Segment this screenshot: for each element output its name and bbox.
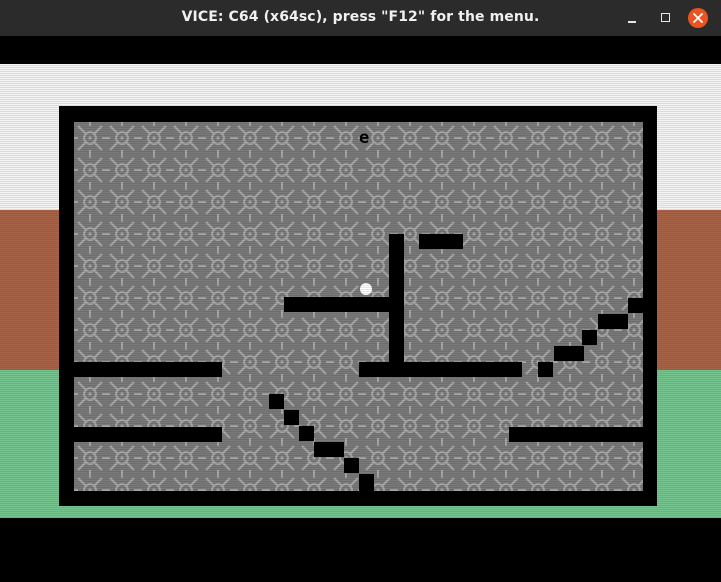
minimize-button[interactable] — [622, 8, 642, 28]
title-bar[interactable]: VICE: C64 (x64sc), press "F12" for the m… — [0, 0, 721, 36]
minimize-icon — [628, 21, 636, 23]
stair-lower-step — [314, 442, 344, 457]
playfield: e — [74, 122, 643, 491]
ball — [360, 283, 372, 295]
wall-left-upper — [74, 362, 222, 377]
wall-center-horizontal — [359, 362, 522, 377]
stair-lower-step — [284, 410, 299, 425]
window-title: VICE: C64 (x64sc), press "F12" for the m… — [181, 9, 540, 25]
vice-window: VICE: C64 (x64sc), press "F12" for the m… — [0, 0, 721, 582]
wall-left-lower — [74, 427, 222, 442]
wall-center-vertical — [389, 234, 404, 377]
top-black-band — [0, 36, 721, 64]
maximize-button[interactable] — [655, 8, 675, 28]
wall-right-lower — [509, 427, 643, 442]
close-button[interactable] — [688, 8, 708, 28]
stair-right-step — [582, 330, 597, 345]
stair-right-step — [628, 298, 643, 313]
emulator-screen[interactable]: e — [0, 36, 721, 582]
stair-lower-step — [299, 426, 314, 441]
stair-right-step — [538, 362, 553, 377]
close-icon — [693, 13, 703, 23]
wall-top-block — [419, 234, 463, 249]
stair-lower-step — [359, 474, 374, 491]
bottom-black-band — [0, 518, 721, 582]
stair-lower-step — [344, 458, 359, 473]
stair-right-step — [554, 346, 584, 361]
stair-lower-step — [269, 394, 284, 409]
stair-right-step — [598, 314, 628, 329]
wall-middle-horizontal — [284, 297, 404, 312]
maximize-icon — [661, 13, 670, 22]
score-glyph: e — [359, 128, 370, 148]
